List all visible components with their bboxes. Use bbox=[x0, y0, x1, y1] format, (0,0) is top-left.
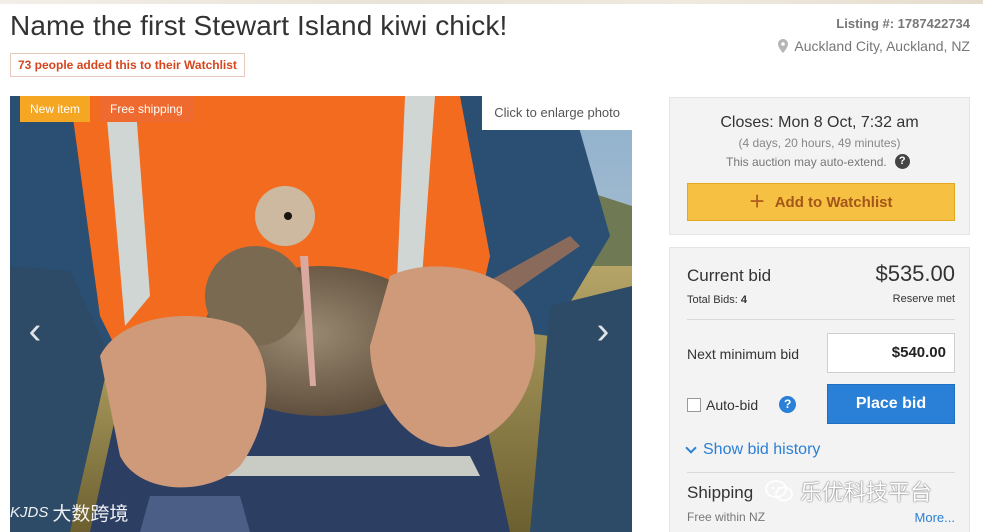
add-to-watchlist-label: Add to Watchlist bbox=[774, 193, 893, 211]
place-bid-button[interactable]: Place bid bbox=[827, 384, 955, 424]
reserve-status: Reserve met bbox=[892, 293, 955, 305]
auto-bid-checkbox[interactable] bbox=[687, 397, 701, 412]
listing-number: Listing #: 1787422734 bbox=[836, 16, 970, 31]
listing-location: Auckland City, Auckland, NZ bbox=[778, 38, 970, 54]
auto-bid-label: Auto-bid bbox=[706, 396, 759, 413]
current-bid-value: $535.00 bbox=[875, 261, 955, 286]
shipping-more-link[interactable]: More... bbox=[915, 510, 955, 525]
enlarge-photo-button[interactable]: Click to enlarge photo bbox=[482, 96, 632, 130]
watermark-text: 大数跨境 bbox=[52, 504, 129, 525]
shipping-label: Shipping bbox=[687, 483, 754, 502]
total-bids: Total Bids: 4 bbox=[687, 294, 747, 306]
listing-title: Name the first Stewart Island kiwi chick… bbox=[10, 10, 508, 41]
closing-time: Closes: Mon 8 Oct, 7:32 am bbox=[720, 114, 919, 131]
previous-photo-arrow-icon[interactable]: ‹ bbox=[20, 311, 50, 351]
auto-bid-help-icon[interactable]: ? bbox=[779, 396, 797, 413]
bid-amount-input[interactable]: $540.00 bbox=[827, 333, 955, 373]
add-to-watchlist-button[interactable]: + Add to Watchlist bbox=[687, 183, 955, 221]
auto-bid-option[interactable]: Auto-bid ? bbox=[687, 396, 797, 413]
new-item-badge: New item bbox=[20, 96, 91, 122]
free-shipping-badge: Free shipping bbox=[100, 96, 193, 122]
watermark-right-text: 乐优科技平台 bbox=[800, 480, 933, 505]
watermark-right: 乐优科技平台 bbox=[764, 475, 932, 507]
auto-extend-help-icon[interactable]: ? bbox=[894, 154, 910, 169]
shipping-free-note: Free within NZ bbox=[687, 510, 766, 524]
show-bid-history-link[interactable]: Show bid history bbox=[685, 441, 821, 459]
watermark-logo: KJDS bbox=[10, 504, 49, 521]
top-banner-strip bbox=[0, 0, 983, 4]
plus-icon: + bbox=[749, 185, 765, 216]
watchlist-count-badge: 73 people added this to their Watchlist bbox=[10, 53, 245, 77]
location-text: Auckland City, Auckland, NZ bbox=[794, 38, 970, 54]
location-pin-icon bbox=[778, 39, 789, 53]
total-bids-label: Total Bids: bbox=[687, 294, 738, 306]
divider bbox=[687, 472, 955, 473]
current-bid-label: Current bid bbox=[687, 266, 772, 285]
auto-extend-text: This auction may auto-extend. bbox=[726, 154, 887, 169]
total-bids-value: 4 bbox=[740, 294, 747, 306]
chevron-down-icon bbox=[685, 442, 697, 454]
show-bid-history-label: Show bid history bbox=[703, 441, 821, 458]
kiwi-chick-photo bbox=[10, 96, 632, 532]
divider bbox=[687, 319, 955, 320]
listing-photo[interactable]: New item Free shipping Click to enlarge … bbox=[10, 96, 632, 532]
auto-extend-note: This auction may auto-extend. ? bbox=[726, 154, 910, 169]
next-minimum-bid-label: Next minimum bid bbox=[687, 346, 800, 362]
next-photo-arrow-icon[interactable]: › bbox=[588, 311, 618, 351]
watermark-left: KJDS 大数跨境 bbox=[10, 499, 128, 526]
auction-close-panel: Closes: Mon 8 Oct, 7:32 am (4 days, 20 h… bbox=[669, 97, 970, 235]
time-remaining: (4 days, 20 hours, 49 minutes) bbox=[738, 136, 901, 150]
wechat-icon bbox=[765, 480, 793, 502]
